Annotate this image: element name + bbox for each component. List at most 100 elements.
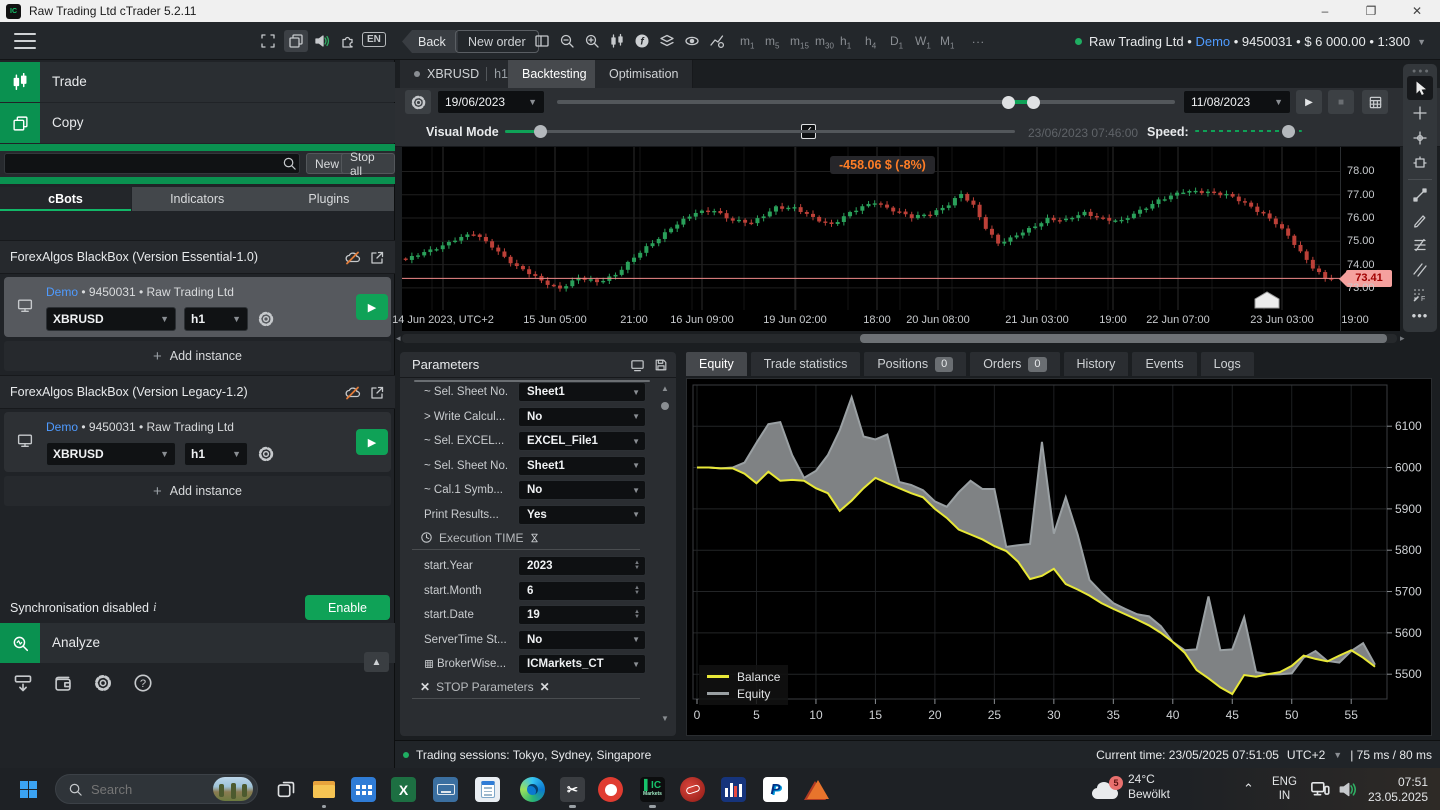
symbol-select[interactable]: XBRUSD▼ [46, 442, 176, 466]
patternf-tool[interactable]: F [1407, 283, 1433, 307]
cbot-instance-card[interactable]: Demo • 9450031 • Raw Trading Ltd XBRUSD▼… [4, 277, 391, 337]
trading-bars-app-icon[interactable] [721, 777, 746, 802]
scroll-left-icon[interactable]: ◂ [396, 333, 401, 344]
trendline-tool[interactable] [1407, 183, 1433, 207]
parameter-select[interactable]: No▼ [518, 630, 646, 650]
parameters-scrollbar[interactable]: ▲ ▼ [660, 384, 670, 724]
wallet-icon[interactable] [52, 673, 74, 693]
target-tool[interactable] [1407, 126, 1433, 150]
timeframe-m15[interactable]: m15 [790, 34, 809, 50]
scroll-right-icon[interactable]: ▸ [1400, 333, 1405, 344]
sidebar-tab-cbots[interactable]: cBots [0, 187, 131, 211]
parameter-select[interactable]: Yes▼ [518, 505, 646, 525]
timeframe-select[interactable]: h1▼ [184, 442, 248, 466]
start-cbot-button[interactable]: ▶ [356, 429, 388, 455]
language-badge[interactable]: EN [362, 32, 386, 47]
timeframe-h1[interactable]: h1 [840, 34, 851, 50]
parameter-select[interactable]: No▼ [518, 407, 646, 427]
restore-button[interactable]: ❐ [1348, 0, 1394, 22]
ctrader-icmarkets-icon[interactable]: ▌ICMarkets [640, 777, 665, 802]
bot-header[interactable]: ForexAlgos BlackBox (Version Essential-1… [0, 240, 395, 274]
timeframe-M1[interactable]: M1 [940, 34, 954, 50]
zoom-in-icon[interactable] [581, 31, 603, 51]
stop-all-button[interactable]: Stop all [341, 153, 395, 174]
time-axis[interactable]: 14 Jun 2023, UTC+215 Jun 05:0021:0016 Ju… [402, 310, 1340, 331]
parameter-select[interactable]: Sheet1▼ [518, 456, 646, 476]
cbot-instance-card[interactable]: Demo • 9450031 • Raw Trading Ltd XBRUSD▼… [4, 412, 391, 472]
bot-header[interactable]: ForexAlgos BlackBox (Version Legacy-1.2) [0, 375, 395, 409]
price-axis[interactable]: 73.41 78.0077.0076.0075.0074.0073.00 [1340, 147, 1400, 331]
section-execution-time[interactable]: Execution TIME [420, 531, 652, 545]
zoom-out-icon[interactable] [556, 31, 578, 51]
timeframe-m5[interactable]: m5 [765, 34, 779, 50]
matlab-icon[interactable] [805, 777, 830, 802]
red-app-icon[interactable] [598, 777, 623, 802]
tab-backtesting[interactable]: Backtesting [508, 60, 602, 88]
collapse-sidebar-button[interactable]: ▲ [364, 652, 389, 672]
crosshair-tool[interactable] [1407, 101, 1433, 125]
search-highlight-image[interactable] [213, 777, 253, 801]
detach-window-icon[interactable] [284, 30, 308, 52]
sidebar-item-copy[interactable]: Copy [0, 103, 395, 143]
minimize-button[interactable]: – [1302, 0, 1348, 22]
parameter-select[interactable]: Sheet1▼ [518, 382, 646, 402]
info-icon[interactable]: i [153, 599, 157, 615]
range-handle-start[interactable] [1002, 96, 1015, 109]
start-cbot-button[interactable]: ▶ [356, 294, 388, 320]
indicators-icon[interactable]: f [631, 31, 653, 51]
chart-horizontal-scrollbar[interactable] [402, 334, 1397, 343]
channel-tool[interactable] [1407, 258, 1433, 282]
chart-settings-icon[interactable] [706, 31, 728, 51]
deposit-icon[interactable] [12, 673, 34, 693]
share-icon[interactable] [369, 250, 385, 266]
visibility-icon[interactable] [681, 31, 703, 51]
sidebar-item-analyze[interactable]: Analyze [0, 623, 395, 663]
add-instance-button[interactable]: + Add instance [4, 476, 391, 506]
section-stop-parameters[interactable]: ✕STOP Parameters✕ [420, 680, 652, 694]
sidebar-tab-plugins[interactable]: Plugins [263, 187, 394, 211]
date-range-track[interactable] [557, 100, 1175, 104]
results-tab-history[interactable]: History [1064, 352, 1129, 376]
parameter-stepper[interactable]: 6▲▼ [518, 581, 646, 601]
cloud-sync-off-icon[interactable] [344, 250, 361, 266]
backtest-settings-gear-button[interactable] [405, 90, 431, 114]
range-handle-end[interactable] [1027, 96, 1040, 109]
start-button[interactable] [20, 781, 37, 798]
parameter-select[interactable]: No▼ [518, 480, 646, 500]
symbol-select[interactable]: XBRUSD▼ [46, 307, 176, 331]
date-to-field[interactable]: 11/08/2023▼ [1183, 90, 1291, 114]
account-summary[interactable]: Raw Trading Ltd • Demo • 9450031 • $ 6 0… [1075, 34, 1426, 49]
parameter-stepper[interactable]: 19▲▼ [518, 605, 646, 625]
taskbar-search-input[interactable] [91, 782, 201, 797]
instance-settings-gear-icon[interactable] [257, 310, 275, 328]
cloud-sync-off-icon[interactable] [344, 385, 361, 401]
timeframe-m30[interactable]: m30 [815, 34, 834, 50]
fullscreen-icon[interactable] [256, 30, 280, 52]
keyboard-icon[interactable] [433, 777, 458, 802]
tab-chart-xbrusd[interactable]: XBRUSD h1 [400, 60, 523, 88]
share-icon[interactable] [369, 385, 385, 401]
results-tab-events[interactable]: Events [1132, 352, 1196, 376]
notepad-icon[interactable] [475, 777, 500, 802]
task-view-icon[interactable] [273, 777, 298, 802]
pencil-tool[interactable] [1407, 208, 1433, 232]
snipping-tool-icon[interactable]: ✂ [560, 777, 585, 802]
timeframe-h4[interactable]: h4 [865, 34, 876, 50]
excel-icon[interactable]: X [391, 777, 416, 802]
parameter-select[interactable]: ICMarkets_CT▼ [518, 654, 646, 674]
timeframe-m1[interactable]: m1 [740, 34, 754, 50]
tray-expand-chevron[interactable]: ⌃ [1243, 782, 1254, 796]
toolbar-drag-handle[interactable]: ●●● [1412, 68, 1431, 75]
cursor-tool[interactable] [1407, 76, 1433, 100]
cbots-search-input[interactable] [4, 153, 300, 174]
parameter-stepper[interactable]: 2023▲▼ [518, 556, 646, 576]
more-timeframes-button[interactable]: ... [972, 32, 985, 46]
help-icon[interactable]: ? [132, 673, 154, 693]
scrollbar-thumb[interactable] [860, 334, 1387, 343]
edge-browser-icon[interactable] [520, 777, 545, 802]
timeframe-select[interactable]: h1▼ [184, 307, 248, 331]
date-from-field[interactable]: 19/06/2023▼ [437, 90, 545, 114]
weather-widget[interactable]: 5 24°CBewölkt [1090, 772, 1170, 802]
sidebar-item-trade[interactable]: Trade [0, 62, 395, 102]
timeframe-W1[interactable]: W1 [915, 34, 931, 50]
